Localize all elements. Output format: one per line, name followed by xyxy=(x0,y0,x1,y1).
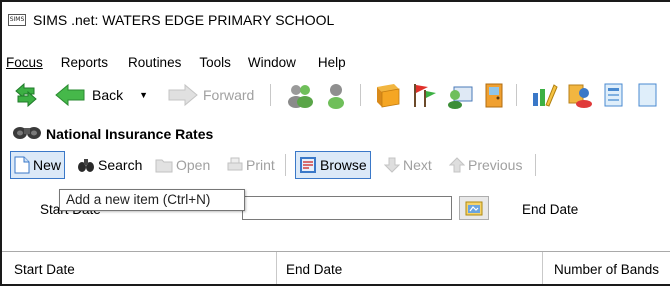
results-grid-header: Start Date End Date Number of Bands xyxy=(2,251,670,284)
person-icon xyxy=(328,84,344,109)
open-label: Open xyxy=(176,157,211,173)
flags-icon xyxy=(414,84,436,107)
new-label: New xyxy=(33,157,62,173)
column-end-date[interactable]: End Date xyxy=(286,262,342,277)
new-button-tooltip: Add a new item (Ctrl+N) xyxy=(59,189,245,211)
print-button[interactable]: Print xyxy=(227,151,275,179)
calendar-icon xyxy=(465,201,483,216)
menu-routines[interactable]: Routines xyxy=(128,55,181,70)
previous-arrow-icon xyxy=(449,157,465,173)
printer-icon xyxy=(227,157,243,171)
browse-button[interactable]: Browse xyxy=(295,151,371,179)
print-label: Print xyxy=(246,157,275,173)
menu-window[interactable]: Window xyxy=(248,55,296,70)
document-icon xyxy=(604,83,623,107)
menu-help[interactable]: Help xyxy=(318,55,346,70)
book-icon xyxy=(377,84,400,108)
staff-button[interactable] xyxy=(566,77,594,113)
next-label: Next xyxy=(403,157,432,173)
document-button[interactable] xyxy=(600,77,628,113)
door-icon xyxy=(485,83,503,108)
binoculars-icon xyxy=(13,127,41,139)
people-group-button[interactable] xyxy=(286,77,314,113)
new-document-icon xyxy=(14,156,30,174)
menu-tools[interactable]: Tools xyxy=(199,55,231,70)
column-number-of-bands[interactable]: Number of Bands xyxy=(554,262,659,277)
search-label: Search xyxy=(98,157,143,173)
column-start-date[interactable]: Start Date xyxy=(14,262,75,277)
back-arrow-icon xyxy=(55,83,85,107)
switch-arrows-icon xyxy=(15,82,37,108)
action-separator xyxy=(535,154,536,176)
previous-button[interactable]: Previous xyxy=(449,151,522,179)
forward-button[interactable]: Forward xyxy=(167,77,254,113)
back-dropdown-icon[interactable]: ▼ xyxy=(139,90,148,100)
start-date-picker-button[interactable] xyxy=(459,196,489,220)
toolbar-separator xyxy=(270,84,271,106)
person-button[interactable] xyxy=(322,77,350,113)
menu-focus[interactable]: Focus xyxy=(6,55,43,70)
open-button[interactable]: Open xyxy=(155,151,210,179)
search-button[interactable]: Search xyxy=(77,151,142,179)
back-label: Back xyxy=(92,87,124,103)
menu-reports[interactable]: Reports xyxy=(61,55,108,70)
browse-icon xyxy=(300,157,316,173)
book-button[interactable] xyxy=(374,77,402,113)
main-toolbar: Back ▼ Forward xyxy=(2,77,670,113)
start-date-input[interactable] xyxy=(242,196,452,220)
action-separator xyxy=(285,154,286,176)
staff-icon xyxy=(568,84,592,108)
action-toolbar: New Search Open Print Browse Next Previo… xyxy=(2,151,670,179)
end-date-label: End Date xyxy=(522,202,579,217)
people-group-icon xyxy=(288,85,313,108)
window-title: SIMS .net: WATERS EDGE PRIMARY SCHOOL xyxy=(33,12,335,28)
sims-app-icon: SIMS xyxy=(8,14,26,26)
contact-card-button[interactable] xyxy=(446,77,474,113)
page-title: National Insurance Rates xyxy=(46,126,214,142)
document-partial-icon xyxy=(638,83,657,107)
forward-label: Forward xyxy=(203,87,255,103)
browse-label: Browse xyxy=(320,157,367,173)
column-divider[interactable] xyxy=(276,252,277,284)
back-button[interactable]: Back ▼ xyxy=(54,77,148,113)
next-button[interactable]: Next xyxy=(384,151,432,179)
title-bar: SIMS SIMS .net: WATERS EDGE PRIMARY SCHO… xyxy=(2,2,670,38)
toolbar-separator xyxy=(516,84,517,106)
contact-card-icon xyxy=(448,86,473,109)
exit-door-button[interactable] xyxy=(480,77,508,113)
forward-arrow-icon xyxy=(168,83,198,107)
new-button[interactable]: New xyxy=(10,151,66,179)
more-toolbar-button[interactable] xyxy=(636,77,670,113)
flags-button[interactable] xyxy=(410,77,438,113)
switch-arrows-button[interactable] xyxy=(12,77,40,113)
previous-label: Previous xyxy=(468,157,523,173)
toolbar-separator xyxy=(360,84,361,106)
report-pencil-icon xyxy=(533,84,558,107)
binoculars-search-icon xyxy=(78,159,94,172)
open-folder-icon xyxy=(155,159,173,173)
report-writer-button[interactable] xyxy=(530,77,558,113)
column-divider[interactable] xyxy=(542,252,543,284)
application-window: SIMS SIMS .net: WATERS EDGE PRIMARY SCHO… xyxy=(0,0,670,286)
menu-bar: Focus Reports Routines Tools Window Help xyxy=(2,52,346,72)
next-arrow-icon xyxy=(384,157,400,173)
